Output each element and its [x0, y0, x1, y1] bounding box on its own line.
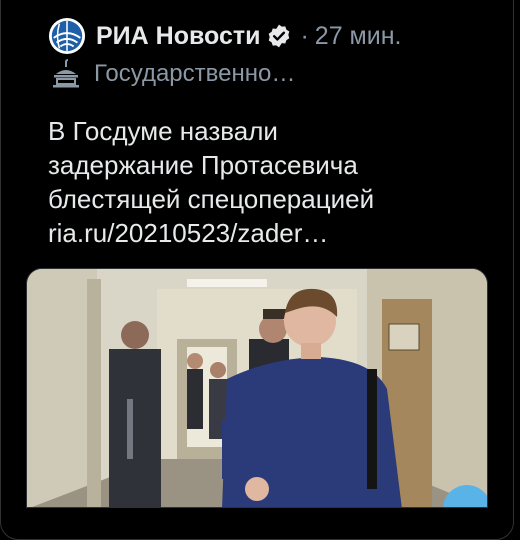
tweet-text-line: задержание Протасевича	[48, 150, 358, 180]
tweet-card[interactable]: РИА Новости · 27 мин. Государственно… В …	[0, 0, 520, 540]
author-name[interactable]: РИА Новости	[96, 22, 260, 51]
tweet-text-line: блестящей спецоперацией	[48, 184, 375, 214]
verified-badge-icon	[269, 24, 290, 48]
tweet-timestamp[interactable]: 27 мин.	[315, 22, 402, 51]
account-label-row: Государственно…	[50, 56, 295, 92]
tweet-media-photo[interactable]	[26, 268, 488, 508]
account-label[interactable]: Государственно…	[94, 60, 295, 88]
tweet-header: РИА Новости · 27 мин.	[48, 17, 402, 55]
tweet-text-line: В Госдуме назвали	[48, 116, 278, 146]
ria-globe-logo-icon[interactable]	[48, 17, 86, 55]
photo-scene	[27, 269, 487, 507]
government-building-icon	[53, 59, 79, 88]
tweet-link[interactable]: ria.ru/20210523/zader…	[48, 216, 488, 250]
tweet-text: В Госдуме назвали задержание Протасевича…	[48, 114, 488, 250]
meta-separator: ·	[300, 21, 309, 50]
